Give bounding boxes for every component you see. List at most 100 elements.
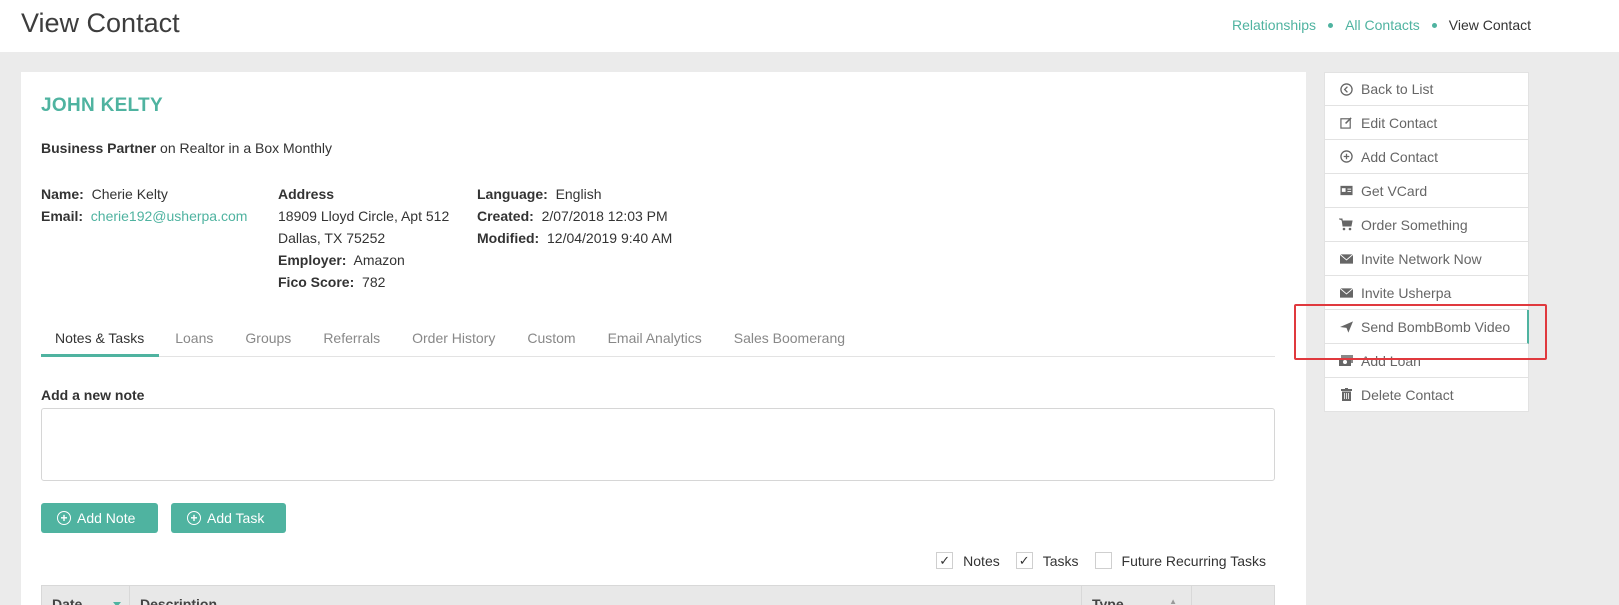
fico-value: 782 — [362, 274, 386, 290]
envelope-icon — [1339, 252, 1353, 266]
column-actions — [1192, 586, 1274, 605]
get-vcard-button[interactable]: Get VCard — [1324, 174, 1529, 208]
future-recurring-checkbox[interactable] — [1094, 552, 1112, 569]
tab-order-history[interactable]: Order History — [396, 327, 511, 357]
notes-table-header: Date Description Type ▲▼ — [41, 585, 1275, 605]
envelope-icon — [1339, 286, 1353, 300]
paper-plane-icon — [1339, 320, 1353, 334]
name-label: Name: — [41, 186, 84, 202]
filter-tasks-label: Tasks — [1042, 552, 1079, 569]
send-bombbomb-video-button[interactable]: Send BombBomb Video — [1324, 310, 1529, 344]
action-sidebar: Back to List Edit Contact Add Contact Ge… — [1324, 72, 1529, 412]
tab-custom[interactable]: Custom — [511, 327, 591, 357]
add-contact-label: Add Contact — [1361, 148, 1439, 165]
filter-notes[interactable]: ✓ Notes — [936, 552, 1000, 569]
tab-email-analytics[interactable]: Email Analytics — [592, 327, 718, 357]
tasks-checkbox[interactable]: ✓ — [1015, 552, 1033, 569]
add-note-button[interactable]: + Add Note — [41, 503, 158, 533]
id-card-icon — [1339, 184, 1353, 198]
money-icon — [1339, 354, 1353, 368]
fico-label: Fico Score: — [278, 274, 355, 290]
circle-left-icon — [1339, 82, 1353, 96]
breadcrumb-current: View Contact — [1448, 17, 1531, 33]
tab-loans[interactable]: Loans — [159, 327, 229, 357]
role-campaign: on Realtor in a Box Monthly — [156, 140, 333, 156]
column-description-label: Description — [140, 596, 218, 605]
invite-network-now-button[interactable]: Invite Network Now — [1324, 242, 1529, 276]
order-something-button[interactable]: Order Something — [1324, 208, 1529, 242]
edit-icon — [1339, 116, 1353, 130]
back-to-list-button[interactable]: Back to List — [1324, 72, 1529, 106]
contact-panel: JOHN KELTY Business Partner on Realtor i… — [21, 72, 1306, 605]
tab-notes-tasks[interactable]: Notes & Tasks — [41, 327, 160, 357]
modified-value: 12/04/2019 9:40 AM — [547, 230, 673, 246]
column-date[interactable]: Date — [42, 586, 130, 605]
email-label: Email: — [41, 208, 84, 224]
contact-address-info: Address 18909 Lloyd Circle, Apt 512 Dall… — [278, 183, 449, 293]
language-value: English — [555, 186, 602, 202]
column-type-label: Type — [1092, 596, 1124, 605]
edit-contact-button[interactable]: Edit Contact — [1324, 106, 1529, 140]
address-line1: 18909 Lloyd Circle, Apt 512 — [278, 208, 450, 224]
note-filters: ✓ Notes ✓ Tasks Future Recurring Tasks — [920, 552, 1266, 569]
filter-tasks[interactable]: ✓ Tasks — [1015, 552, 1079, 569]
tab-referrals[interactable]: Referrals — [307, 327, 396, 357]
plus-circle-icon — [1339, 150, 1353, 164]
get-vcard-label: Get VCard — [1361, 182, 1428, 199]
delete-contact-button[interactable]: Delete Contact — [1324, 378, 1529, 412]
column-date-label: Date — [52, 596, 83, 605]
role-type: Business Partner — [41, 140, 157, 156]
breadcrumb-separator — [1431, 22, 1437, 28]
filter-future-label: Future Recurring Tasks — [1121, 552, 1266, 569]
contact-name: JOHN KELTY — [41, 95, 163, 116]
add-task-label-text: Add Task — [207, 510, 265, 526]
sort-icon: ▲▼ — [1169, 597, 1177, 605]
column-type[interactable]: Type ▲▼ — [1082, 586, 1192, 605]
created-value: 2/07/2018 12:03 PM — [541, 208, 668, 224]
add-loan-button[interactable]: Add Loan — [1324, 344, 1529, 378]
cart-icon — [1339, 218, 1353, 232]
invite-usherpa-button[interactable]: Invite Usherpa — [1324, 276, 1529, 310]
contact-role: Business Partner on Realtor in a Box Mon… — [41, 140, 332, 156]
add-note-label: Add a new note — [41, 387, 145, 403]
email-link[interactable]: cherie192@usherpa.com — [91, 208, 248, 224]
send-bombbomb-video-label: Send BombBomb Video — [1361, 318, 1511, 335]
page-title: View Contact — [21, 8, 180, 38]
created-label: Created: — [477, 208, 534, 224]
invite-usherpa-label: Invite Usherpa — [1361, 284, 1452, 301]
tab-groups[interactable]: Groups — [229, 327, 307, 357]
employer-value: Amazon — [353, 252, 405, 268]
filter-future-recurring[interactable]: Future Recurring Tasks — [1094, 552, 1266, 569]
plus-circle-icon: + — [187, 511, 201, 525]
employer-label: Employer: — [278, 252, 347, 268]
back-to-list-label: Back to List — [1361, 81, 1434, 97]
breadcrumb-all-contacts[interactable]: All Contacts — [1345, 17, 1420, 33]
address-label: Address — [278, 186, 335, 202]
order-something-label: Order Something — [1361, 216, 1468, 233]
contact-meta-info: Language: English Created: 2/07/2018 12:… — [477, 183, 672, 249]
breadcrumb-relationships[interactable]: Relationships — [1232, 17, 1316, 33]
contact-tabs: Notes & Tasks Loans Groups Referrals Ord… — [41, 327, 1275, 357]
contact-basic-info: Name: Cherie Kelty Email: cherie192@ushe… — [41, 183, 247, 227]
top-bar: View Contact Relationships All Contacts … — [0, 0, 1619, 52]
column-description[interactable]: Description — [130, 586, 1082, 605]
notes-checkbox[interactable]: ✓ — [936, 552, 954, 569]
breadcrumb-separator — [1328, 22, 1334, 28]
trash-icon — [1339, 388, 1353, 402]
add-task-button[interactable]: + Add Task — [171, 503, 286, 533]
add-loan-label: Add Loan — [1361, 352, 1421, 369]
delete-contact-label: Delete Contact — [1361, 386, 1454, 403]
filter-notes-label: Notes — [963, 552, 1000, 569]
language-label: Language: — [477, 186, 548, 202]
name-value: Cherie Kelty — [91, 186, 168, 202]
note-textarea[interactable] — [41, 408, 1275, 481]
edit-contact-label: Edit Contact — [1361, 114, 1438, 131]
add-note-label-text: Add Note — [77, 510, 136, 526]
tab-sales-boomerang[interactable]: Sales Boomerang — [718, 327, 861, 357]
invite-network-now-label: Invite Network Now — [1361, 250, 1482, 267]
address-line2: Dallas, TX 75252 — [278, 230, 386, 246]
modified-label: Modified: — [477, 230, 540, 246]
plus-circle-icon: + — [57, 511, 71, 525]
add-contact-button[interactable]: Add Contact — [1324, 140, 1529, 174]
breadcrumb: Relationships All Contacts View Contact — [1232, 17, 1531, 33]
